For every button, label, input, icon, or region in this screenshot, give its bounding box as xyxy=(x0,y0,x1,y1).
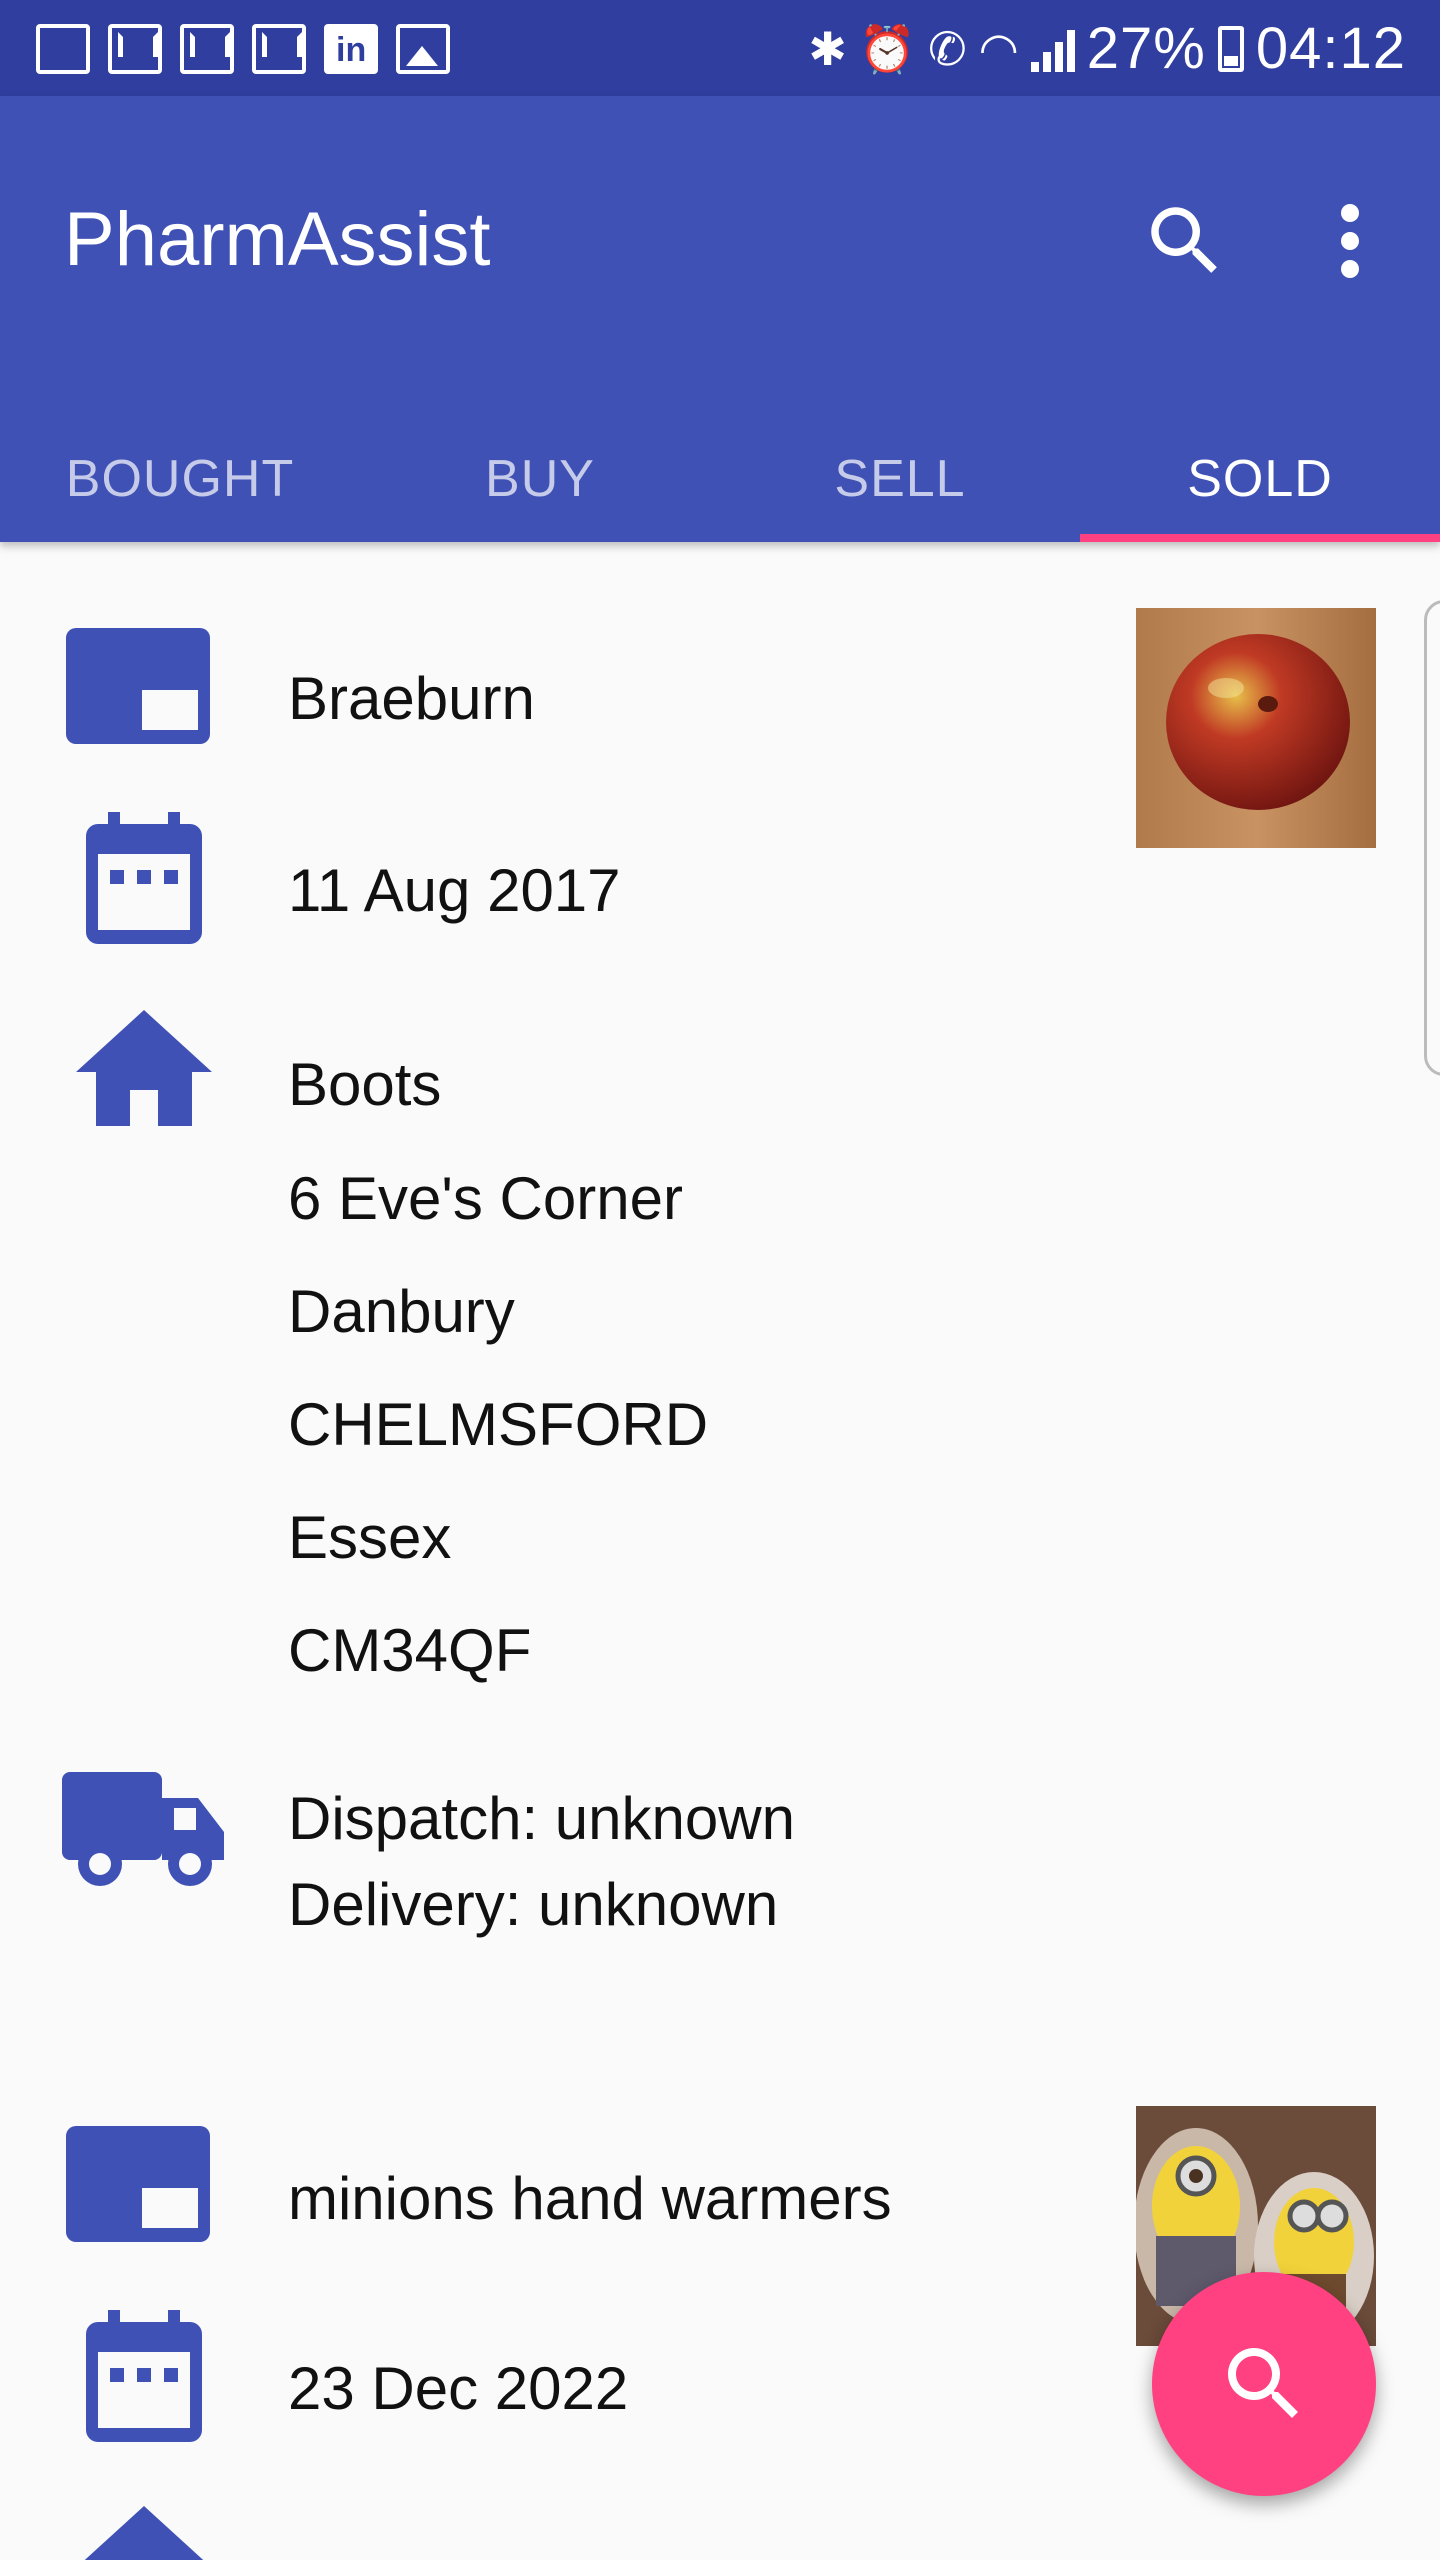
tab-sold[interactable]: SOLD xyxy=(1080,416,1440,542)
tab-buy[interactable]: BUY xyxy=(360,416,720,542)
tab-bought[interactable]: BOUGHT xyxy=(0,416,360,542)
alarm-icon: ⏰ xyxy=(858,23,917,75)
sold-items-list[interactable]: Braeburn 11 Aug 2017 Boots 6 Eve's Corne… xyxy=(0,542,1440,2560)
calendar-icon xyxy=(82,2310,206,2451)
address-line: Essex xyxy=(288,1504,452,1571)
app-bar: PharmAssist BOUGHT BUY SELL SOLD xyxy=(0,96,1440,542)
signal-icon xyxy=(1030,26,1075,72)
address-line: CHELMSFORD xyxy=(288,1391,709,1458)
mosque-icon xyxy=(36,24,90,74)
more-vert-icon xyxy=(1341,204,1359,222)
item-name: Braeburn xyxy=(288,665,535,732)
item-name: minions hand warmers xyxy=(288,2165,892,2232)
system-icons: ✱ ⏰ ✆ ◠ 27% 04:12 xyxy=(808,14,1406,84)
wifi-icon: ◠ xyxy=(978,23,1019,75)
address-line: 6 Eve's Corner xyxy=(288,1165,683,1232)
search-fab[interactable] xyxy=(1152,2272,1376,2496)
home-icon xyxy=(76,1010,212,1131)
address-postcode: CM34QF xyxy=(288,1617,532,1684)
seller-name: Boots xyxy=(288,1051,442,1118)
app-title: PharmAssist xyxy=(64,197,491,282)
search-button[interactable] xyxy=(1140,196,1230,286)
gmail-icon xyxy=(108,24,162,74)
clock: 04:12 xyxy=(1255,16,1406,81)
search-icon xyxy=(1151,207,1217,273)
item-icon xyxy=(62,624,214,753)
truck-icon xyxy=(62,1770,226,1899)
delivery-status: Delivery: unknown xyxy=(288,1871,779,1938)
dispatch-status: Dispatch: unknown xyxy=(288,1785,795,1852)
home-icon xyxy=(76,2506,212,2560)
search-icon xyxy=(1228,2348,1298,2418)
gmail-icon xyxy=(252,24,306,74)
address-line: Danbury xyxy=(288,1278,515,1345)
image-icon xyxy=(396,24,450,74)
apple-image xyxy=(1136,608,1376,848)
item-date: 11 Aug 2017 xyxy=(288,857,621,924)
battery-icon xyxy=(1217,26,1244,72)
item-date: 23 Dec 2022 xyxy=(288,2355,629,2422)
status-bar: in ✱ ⏰ ✆ ◠ 27% 04:12 xyxy=(0,0,1440,96)
notification-icons: in xyxy=(36,24,450,74)
battery-percent: 27% xyxy=(1086,16,1206,81)
tab-sell[interactable]: SELL xyxy=(720,416,1080,542)
calendar-icon xyxy=(82,812,206,953)
wifi-call-icon: ✆ xyxy=(928,23,967,75)
linkedin-icon: in xyxy=(324,24,378,74)
item-icon xyxy=(62,2122,214,2251)
more-options-button[interactable] xyxy=(1310,196,1390,286)
item-thumbnail[interactable] xyxy=(1136,608,1376,848)
gmail-stack-icon xyxy=(180,24,234,74)
tab-bar: BOUGHT BUY SELL SOLD xyxy=(0,416,1440,542)
bluetooth-icon: ✱ xyxy=(808,23,847,75)
